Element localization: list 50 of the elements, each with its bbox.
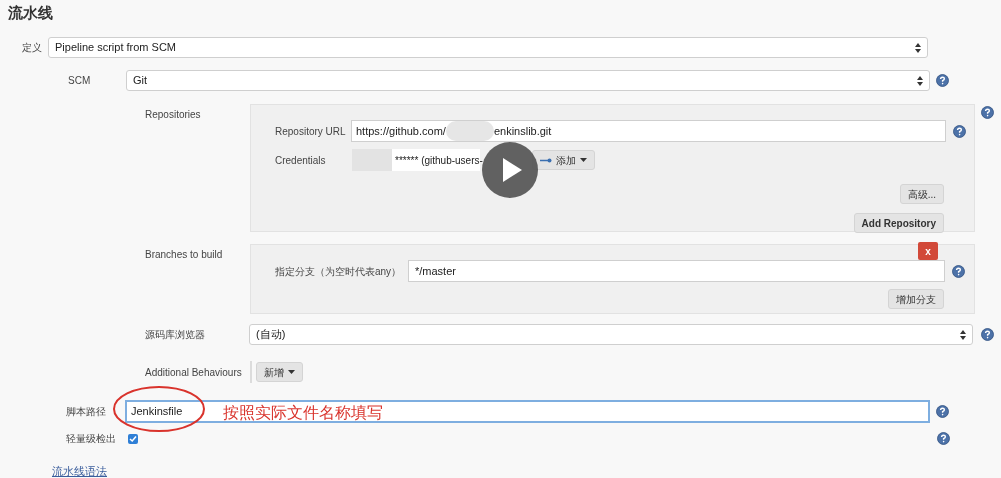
add-credentials-button[interactable]: 添加	[532, 150, 595, 170]
redaction-patch	[445, 121, 494, 141]
url-text: enkinslib.git	[493, 123, 552, 139]
caret-icon	[580, 158, 587, 162]
field-label: Additional Behaviours	[145, 365, 243, 380]
help-icon[interactable]	[952, 264, 965, 278]
field-label: 脚本路径	[66, 405, 107, 419]
dropdown-arrows-icon	[960, 329, 966, 340]
select-value: Git	[133, 73, 148, 89]
add-behaviour-button[interactable]: 新增	[256, 362, 303, 382]
annotation-text: 按照实际文件名称填写	[223, 403, 383, 423]
field-label: SCM	[68, 74, 92, 88]
field-label: 定义	[22, 41, 43, 55]
field-value: Jenkinsfile	[131, 404, 183, 420]
dropdown-arrows-icon	[917, 75, 923, 86]
help-icon[interactable]	[981, 106, 994, 119]
key-icon	[540, 157, 552, 163]
delete-button[interactable]: x	[918, 242, 938, 260]
field-label: Repository URL	[275, 124, 347, 139]
url-text: https://github.com/	[356, 123, 446, 139]
help-icon[interactable]	[981, 328, 994, 341]
play-button-icon[interactable]	[482, 142, 538, 198]
add-repository-button[interactable]: Add Repository	[853, 213, 944, 233]
field-label: Repositories	[145, 108, 202, 122]
select-value: Pipeline script from SCM	[55, 40, 177, 56]
check-icon	[129, 434, 137, 443]
select-value: (自动)	[256, 327, 286, 343]
field-label: Branches to build	[145, 248, 224, 262]
section-title: 流水线	[8, 3, 53, 23]
help-icon[interactable]	[953, 124, 966, 138]
field-label: Credentials	[275, 153, 327, 168]
caret-icon	[288, 370, 295, 374]
field-label: 轻量级检出	[66, 432, 117, 446]
help-icon[interactable]	[936, 74, 949, 87]
field-label: 指定分支（为空时代表any）	[275, 264, 403, 279]
dropdown-arrows-icon	[915, 42, 921, 53]
field-value: */master	[415, 263, 456, 279]
add-branch-button[interactable]: 增加分支	[888, 289, 944, 309]
help-icon[interactable]	[937, 432, 950, 445]
pipeline-syntax-link[interactable]: 流水线语法	[52, 465, 107, 477]
scm-select[interactable]: Git	[126, 70, 930, 91]
lightweight-checkbox[interactable]	[128, 433, 138, 444]
definition-select[interactable]: Pipeline script from SCM	[48, 37, 928, 58]
branch-field[interactable]: */master	[408, 260, 945, 282]
help-icon[interactable]	[936, 405, 949, 418]
repository-url-field[interactable]: https://github.com/ enkinslib.git	[351, 120, 946, 142]
redaction-patch	[352, 149, 392, 171]
field-label: 源码库浏览器	[145, 328, 206, 342]
advanced-button[interactable]: 高级...	[899, 184, 944, 204]
repository-browser-select[interactable]: (自动)	[249, 324, 973, 345]
